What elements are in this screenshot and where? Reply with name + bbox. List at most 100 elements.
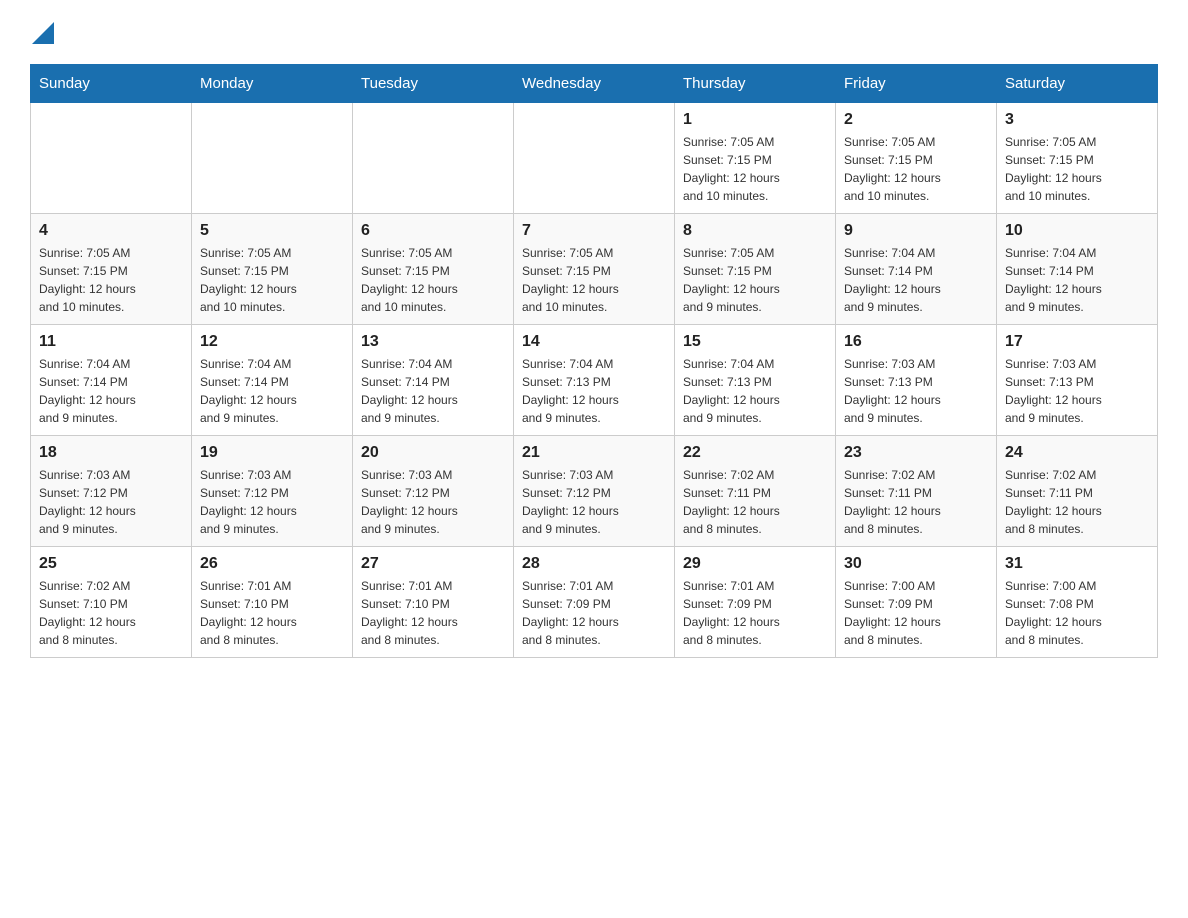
calendar-cell	[31, 103, 192, 214]
day-info: Sunrise: 7:04 AM Sunset: 7:13 PM Dayligh…	[522, 355, 666, 427]
header-cell-wednesday: Wednesday	[514, 65, 675, 103]
day-number: 15	[683, 333, 827, 351]
calendar-cell: 6Sunrise: 7:05 AM Sunset: 7:15 PM Daylig…	[353, 214, 514, 325]
calendar-table: SundayMondayTuesdayWednesdayThursdayFrid…	[30, 64, 1158, 658]
calendar-cell: 3Sunrise: 7:05 AM Sunset: 7:15 PM Daylig…	[997, 103, 1158, 214]
day-number: 1	[683, 111, 827, 129]
day-info: Sunrise: 7:01 AM Sunset: 7:09 PM Dayligh…	[683, 577, 827, 649]
day-info: Sunrise: 7:03 AM Sunset: 7:13 PM Dayligh…	[844, 355, 988, 427]
day-info: Sunrise: 7:05 AM Sunset: 7:15 PM Dayligh…	[361, 244, 505, 316]
calendar-week-1: 1 Sunrise: 7:05 AM Sunset: 7:15 PM Daylig…	[31, 103, 1158, 214]
calendar-cell: 18 Sunrise: 7:03 AM Sunset: 7:12 PM Dayli…	[31, 436, 192, 547]
header-cell-monday: Monday	[192, 65, 353, 103]
day-number: 2	[844, 111, 988, 129]
calendar-cell: 2 Sunrise: 7:05 AM Sunset: 7:15 PM Daylig…	[836, 103, 997, 214]
day-info: Sunrise: 7:05 AM Sunset: 7:15 PM Dayligh…	[200, 244, 344, 316]
logo	[30, 20, 54, 44]
day-number: 4	[39, 222, 183, 240]
day-info: Sunrise: 7:05 AM Sunset: 7:15 PM Dayligh…	[683, 133, 827, 205]
calendar-week-4: 18 Sunrise: 7:03 AM Sunset: 7:12 PM Dayli…	[31, 436, 1158, 547]
day-info: Sunrise: 7:03 AM Sunset: 7:12 PM Dayligh…	[522, 466, 666, 538]
day-number: 14	[522, 333, 666, 351]
day-number: 26	[200, 555, 344, 573]
page-header	[30, 20, 1158, 44]
calendar-cell: 31Sunrise: 7:00 AM Sunset: 7:08 PM Dayli…	[997, 547, 1158, 658]
day-info: Sunrise: 7:04 AM Sunset: 7:14 PM Dayligh…	[200, 355, 344, 427]
day-number: 16	[844, 333, 988, 351]
day-info: Sunrise: 7:01 AM Sunset: 7:09 PM Dayligh…	[522, 577, 666, 649]
day-number: 9	[844, 222, 988, 240]
day-info: Sunrise: 7:04 AM Sunset: 7:13 PM Dayligh…	[683, 355, 827, 427]
calendar-cell: 27 Sunrise: 7:01 AM Sunset: 7:10 PM Dayli…	[353, 547, 514, 658]
day-number: 5	[200, 222, 344, 240]
calendar-cell: 17 Sunrise: 7:03 AM Sunset: 7:13 PM Dayli…	[997, 325, 1158, 436]
calendar-cell	[353, 103, 514, 214]
calendar-cell: 21Sunrise: 7:03 AM Sunset: 7:12 PM Dayli…	[514, 436, 675, 547]
day-info: Sunrise: 7:03 AM Sunset: 7:13 PM Dayligh…	[1005, 355, 1149, 427]
day-info: Sunrise: 7:04 AM Sunset: 7:14 PM Dayligh…	[361, 355, 505, 427]
header-cell-thursday: Thursday	[675, 65, 836, 103]
calendar-cell: 29 Sunrise: 7:01 AM Sunset: 7:09 PM Dayli…	[675, 547, 836, 658]
calendar-cell	[192, 103, 353, 214]
day-info: Sunrise: 7:04 AM Sunset: 7:14 PM Dayligh…	[1005, 244, 1149, 316]
day-info: Sunrise: 7:03 AM Sunset: 7:12 PM Dayligh…	[200, 466, 344, 538]
day-number: 29	[683, 555, 827, 573]
day-info: Sunrise: 7:04 AM Sunset: 7:14 PM Dayligh…	[844, 244, 988, 316]
calendar-cell: 23 Sunrise: 7:02 AM Sunset: 7:11 PM Dayli…	[836, 436, 997, 547]
header-cell-friday: Friday	[836, 65, 997, 103]
calendar-cell: 7Sunrise: 7:05 AM Sunset: 7:15 PM Daylig…	[514, 214, 675, 325]
calendar-cell: 28 Sunrise: 7:01 AM Sunset: 7:09 PM Dayli…	[514, 547, 675, 658]
day-info: Sunrise: 7:04 AM Sunset: 7:14 PM Dayligh…	[39, 355, 183, 427]
header-cell-sunday: Sunday	[31, 65, 192, 103]
day-number: 22	[683, 444, 827, 462]
day-number: 3	[1005, 111, 1149, 129]
day-info: Sunrise: 7:02 AM Sunset: 7:10 PM Dayligh…	[39, 577, 183, 649]
calendar-cell	[514, 103, 675, 214]
calendar-cell: 14 Sunrise: 7:04 AM Sunset: 7:13 PM Dayli…	[514, 325, 675, 436]
day-number: 25	[39, 555, 183, 573]
logo-triangle-icon	[32, 22, 54, 44]
day-info: Sunrise: 7:01 AM Sunset: 7:10 PM Dayligh…	[361, 577, 505, 649]
day-info: Sunrise: 7:02 AM Sunset: 7:11 PM Dayligh…	[844, 466, 988, 538]
calendar-cell: 1 Sunrise: 7:05 AM Sunset: 7:15 PM Daylig…	[675, 103, 836, 214]
calendar-cell: 26 Sunrise: 7:01 AM Sunset: 7:10 PM Dayli…	[192, 547, 353, 658]
day-number: 18	[39, 444, 183, 462]
calendar-cell: 12 Sunrise: 7:04 AM Sunset: 7:14 PM Dayli…	[192, 325, 353, 436]
calendar-cell: 11 Sunrise: 7:04 AM Sunset: 7:14 PM Dayli…	[31, 325, 192, 436]
day-number: 27	[361, 555, 505, 573]
day-number: 12	[200, 333, 344, 351]
day-info: Sunrise: 7:05 AM Sunset: 7:15 PM Dayligh…	[844, 133, 988, 205]
day-info: Sunrise: 7:03 AM Sunset: 7:12 PM Dayligh…	[39, 466, 183, 538]
day-number: 7	[522, 222, 666, 240]
day-number: 8	[683, 222, 827, 240]
day-number: 17	[1005, 333, 1149, 351]
day-number: 28	[522, 555, 666, 573]
day-number: 23	[844, 444, 988, 462]
day-number: 11	[39, 333, 183, 351]
header-cell-tuesday: Tuesday	[353, 65, 514, 103]
calendar-body: 1 Sunrise: 7:05 AM Sunset: 7:15 PM Daylig…	[31, 103, 1158, 658]
day-info: Sunrise: 7:00 AM Sunset: 7:09 PM Dayligh…	[844, 577, 988, 649]
day-info: Sunrise: 7:03 AM Sunset: 7:12 PM Dayligh…	[361, 466, 505, 538]
calendar-week-5: 25 Sunrise: 7:02 AM Sunset: 7:10 PM Dayli…	[31, 547, 1158, 658]
calendar-cell: 8 Sunrise: 7:05 AM Sunset: 7:15 PM Daylig…	[675, 214, 836, 325]
day-info: Sunrise: 7:01 AM Sunset: 7:10 PM Dayligh…	[200, 577, 344, 649]
day-info: Sunrise: 7:02 AM Sunset: 7:11 PM Dayligh…	[683, 466, 827, 538]
calendar-week-2: 4 Sunrise: 7:05 AM Sunset: 7:15 PM Daylig…	[31, 214, 1158, 325]
calendar-cell: 13 Sunrise: 7:04 AM Sunset: 7:14 PM Dayli…	[353, 325, 514, 436]
calendar-cell: 10Sunrise: 7:04 AM Sunset: 7:14 PM Dayli…	[997, 214, 1158, 325]
day-number: 31	[1005, 555, 1149, 573]
day-info: Sunrise: 7:05 AM Sunset: 7:15 PM Dayligh…	[683, 244, 827, 316]
calendar-cell: 22 Sunrise: 7:02 AM Sunset: 7:11 PM Dayli…	[675, 436, 836, 547]
day-number: 24	[1005, 444, 1149, 462]
calendar-cell: 25 Sunrise: 7:02 AM Sunset: 7:10 PM Dayli…	[31, 547, 192, 658]
calendar-cell: 30Sunrise: 7:00 AM Sunset: 7:09 PM Dayli…	[836, 547, 997, 658]
calendar-header: SundayMondayTuesdayWednesdayThursdayFrid…	[31, 65, 1158, 103]
calendar-cell: 5 Sunrise: 7:05 AM Sunset: 7:15 PM Daylig…	[192, 214, 353, 325]
calendar-cell: 4Sunrise: 7:05 AM Sunset: 7:15 PM Daylig…	[31, 214, 192, 325]
calendar-cell: 20Sunrise: 7:03 AM Sunset: 7:12 PM Dayli…	[353, 436, 514, 547]
day-number: 19	[200, 444, 344, 462]
day-info: Sunrise: 7:02 AM Sunset: 7:11 PM Dayligh…	[1005, 466, 1149, 538]
day-number: 13	[361, 333, 505, 351]
calendar-cell: 16 Sunrise: 7:03 AM Sunset: 7:13 PM Dayli…	[836, 325, 997, 436]
